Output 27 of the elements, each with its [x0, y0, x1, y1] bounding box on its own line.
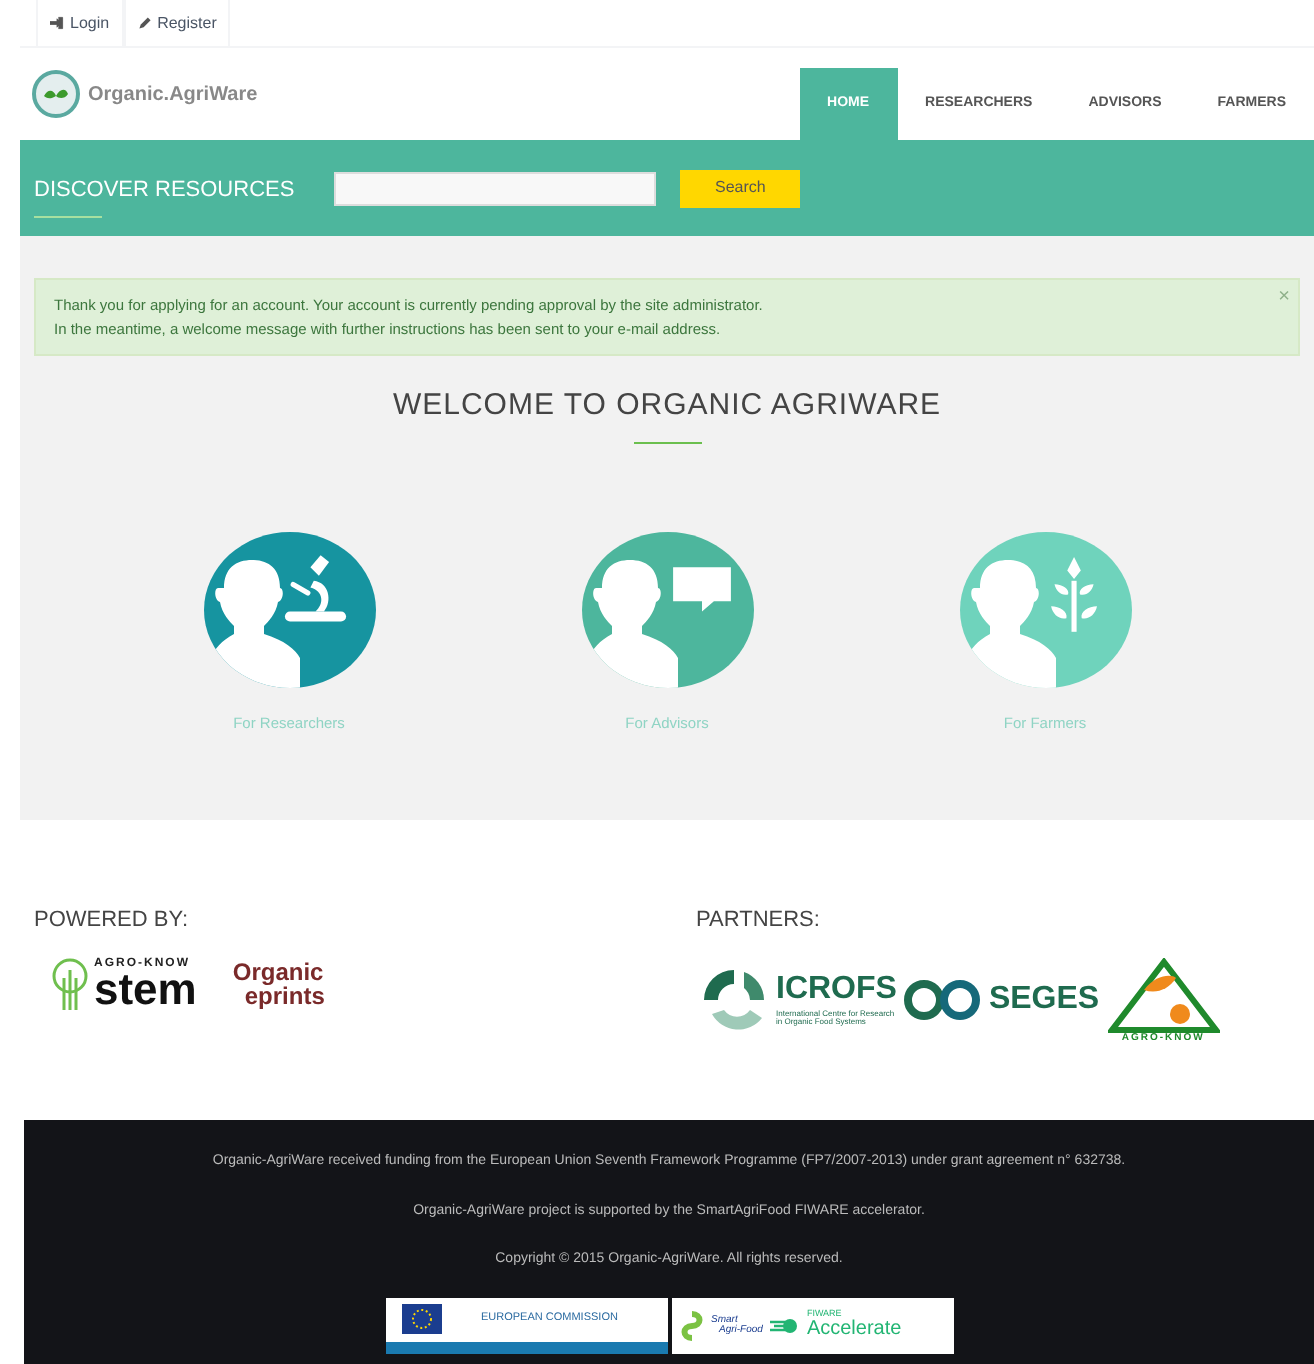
- welcome-heading: WELCOME TO ORGANIC AGRIWARE: [392, 386, 942, 426]
- logo-text: SEGES: [988, 980, 1100, 1020]
- swirl-icon: [679, 1309, 703, 1341]
- audience-icon[interactable]: [203, 531, 375, 687]
- section-heading: POWERED BY:: [34, 906, 191, 936]
- badge-text: Accelerate: [806, 1319, 902, 1340]
- audience-icon[interactable]: [581, 531, 753, 687]
- logo-icon: [32, 70, 80, 118]
- pencil-icon: [137, 16, 152, 30]
- search-field[interactable]: [334, 171, 657, 205]
- eu-flag-icon: [401, 1304, 441, 1334]
- logo-text: eprints: [244, 983, 325, 1007]
- tree-icon: [50, 957, 90, 1009]
- section-heading: PARTNERS:: [696, 906, 822, 936]
- sign-in-icon: [50, 16, 64, 30]
- discover-title: DISCOVER RESOURCES: [34, 175, 295, 206]
- search-button[interactable]: Search: [680, 169, 801, 207]
- brand-name: Organic.AgriWare: [88, 81, 258, 109]
- audience-icon[interactable]: [959, 531, 1131, 687]
- register-link[interactable]: Register: [123, 0, 231, 46]
- speed-lines-icon: [770, 1317, 799, 1333]
- logo-text: ICROFS: [776, 974, 897, 1006]
- logo-text: stem: [94, 969, 197, 1009]
- login-link[interactable]: Login: [36, 0, 124, 46]
- triangle-leaf-icon: [1107, 957, 1220, 1033]
- logo-text: Organic: [232, 959, 325, 983]
- rings-icon: [904, 980, 985, 1020]
